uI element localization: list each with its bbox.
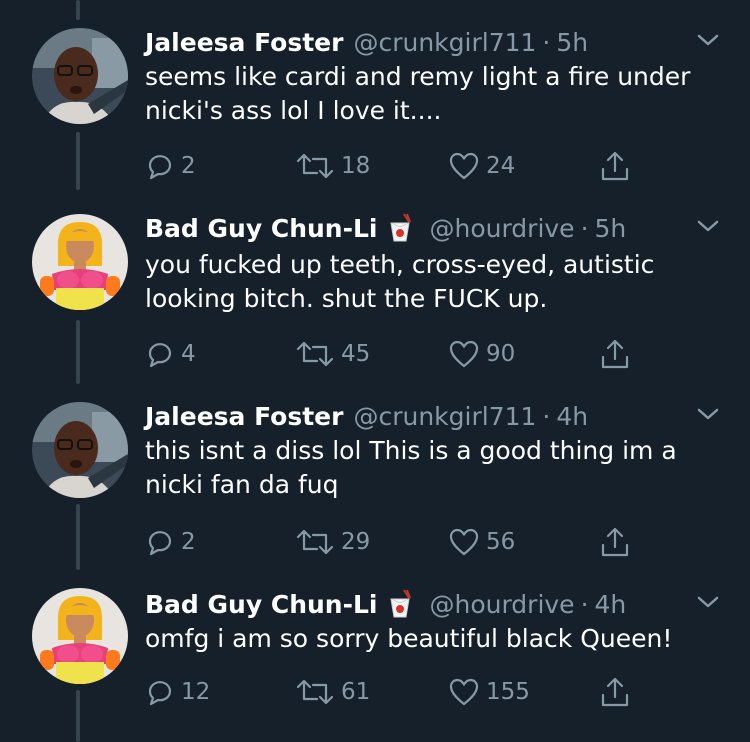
heart-icon	[449, 678, 479, 706]
timestamp[interactable]: 5h	[556, 28, 588, 57]
separator-dot: ·	[542, 401, 551, 431]
tweet-header: Bad Guy Chun-Li @hourdrive · 4h	[145, 584, 626, 624]
separator-dot: ·	[580, 213, 589, 243]
tweet-text: seems like cardi and remy light a fire u…	[145, 62, 691, 125]
retweet-button[interactable]: 29	[295, 524, 370, 560]
avatar[interactable]	[32, 588, 128, 684]
tweet-thread: Jaleesa Foster @crunkgirl711 · 5h seems …	[0, 0, 750, 742]
share-button[interactable]	[600, 674, 630, 710]
share-icon	[601, 339, 629, 369]
heart-icon	[449, 528, 479, 556]
tweet-text: you fucked up teeth, cross-eyed, autisti…	[145, 250, 655, 313]
chevron-down-icon[interactable]	[696, 594, 720, 610]
takeout-box-icon	[390, 213, 412, 242]
author-name[interactable]: Bad Guy Chun-Li	[145, 590, 377, 619]
author-name[interactable]: Bad Guy Chun-Li	[145, 214, 377, 243]
author-name[interactable]: Jaleesa Foster	[145, 402, 343, 431]
share-button[interactable]	[600, 336, 630, 372]
retweet-icon	[296, 153, 334, 179]
thread-line	[76, 0, 80, 20]
retweet-button[interactable]: 61	[295, 674, 370, 710]
retweet-count: 29	[341, 529, 371, 555]
tweet[interactable]: Bad Guy Chun-Li @hourdrive · 4h omfg i a…	[0, 584, 750, 734]
chevron-down-icon[interactable]	[696, 218, 720, 234]
author-handle[interactable]: @hourdrive	[429, 214, 574, 243]
reply-count: 2	[181, 529, 196, 555]
share-icon	[601, 151, 629, 181]
tweet[interactable]: Bad Guy Chun-Li @hourdrive · 5h you fuck…	[0, 208, 750, 378]
reply-button[interactable]: 4	[145, 336, 196, 372]
author-handle[interactable]: @crunkgirl711	[353, 28, 536, 57]
retweet-icon	[296, 529, 334, 555]
timestamp[interactable]: 4h	[595, 590, 627, 619]
like-button[interactable]: 90	[448, 336, 515, 372]
author-handle[interactable]: @crunkgirl711	[353, 402, 536, 431]
avatar[interactable]	[32, 28, 128, 124]
tweet-text: omfg i am so sorry beautiful black Queen…	[145, 624, 673, 653]
chevron-down-icon[interactable]	[696, 32, 720, 48]
reply-count: 2	[181, 153, 196, 179]
share-icon	[601, 527, 629, 557]
separator-dot: ·	[580, 589, 589, 619]
retweet-button[interactable]: 45	[295, 336, 370, 372]
reply-button[interactable]: 2	[145, 524, 196, 560]
author-name[interactable]: Jaleesa Foster	[145, 28, 343, 57]
like-button[interactable]: 155	[448, 674, 530, 710]
like-count: 24	[486, 153, 516, 179]
author-handle[interactable]: @hourdrive	[429, 590, 574, 619]
chevron-down-icon[interactable]	[696, 406, 720, 422]
avatar[interactable]	[32, 402, 128, 498]
reply-count: 12	[181, 679, 211, 705]
like-count: 155	[486, 679, 530, 705]
tweet-header: Jaleesa Foster @crunkgirl711 · 5h	[145, 22, 588, 62]
tweet-text: this isnt a diss lol This is a good thin…	[145, 436, 677, 499]
reply-icon	[148, 343, 172, 368]
share-button[interactable]	[600, 148, 630, 184]
tweet-actions: 4 45 90	[145, 336, 645, 372]
retweet-count: 61	[341, 679, 371, 705]
tweet[interactable]: Jaleesa Foster @crunkgirl711 · 5h seems …	[0, 22, 750, 192]
retweet-count: 45	[341, 341, 371, 367]
like-button[interactable]: 56	[448, 524, 515, 560]
tweet-actions: 12 61 155	[145, 674, 645, 710]
heart-icon	[449, 152, 479, 180]
retweet-icon	[296, 341, 334, 367]
retweet-count: 18	[341, 153, 371, 179]
like-count: 56	[486, 529, 516, 555]
share-button[interactable]	[600, 524, 630, 560]
timestamp[interactable]: 4h	[556, 402, 588, 431]
tweet[interactable]: Jaleesa Foster @crunkgirl711 · 4h this i…	[0, 396, 750, 566]
reply-icon	[148, 531, 172, 556]
avatar[interactable]	[32, 214, 128, 310]
like-count: 90	[486, 341, 516, 367]
takeout-box-icon	[390, 589, 412, 618]
reply-icon	[148, 681, 172, 706]
share-icon	[601, 677, 629, 707]
reply-icon	[148, 155, 172, 180]
timestamp[interactable]: 5h	[595, 214, 627, 243]
tweet-header: Jaleesa Foster @crunkgirl711 · 4h	[145, 396, 588, 436]
tweet-actions: 2 18 24	[145, 148, 645, 184]
retweet-button[interactable]: 18	[295, 148, 370, 184]
like-button[interactable]: 24	[448, 148, 515, 184]
heart-icon	[449, 340, 479, 368]
retweet-icon	[296, 679, 334, 705]
separator-dot: ·	[542, 27, 551, 57]
reply-count: 4	[181, 341, 196, 367]
reply-button[interactable]: 12	[145, 674, 210, 710]
tweet-header: Bad Guy Chun-Li @hourdrive · 5h	[145, 208, 626, 248]
reply-button[interactable]: 2	[145, 148, 196, 184]
tweet-actions: 2 29 56	[145, 524, 645, 560]
